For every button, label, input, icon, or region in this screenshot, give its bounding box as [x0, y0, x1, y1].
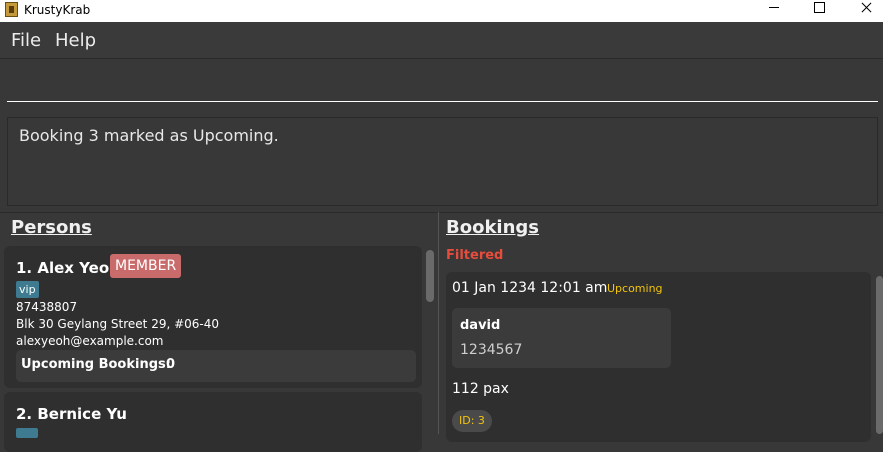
title-bar: KrustyKrab — [0, 0, 883, 22]
panel-divider — [0, 212, 883, 213]
person-address: Blk 30 Geylang Street 29, #06-40 — [16, 317, 220, 331]
upcoming-bookings-box: Upcoming Bookings: 0 — [16, 350, 416, 382]
bookings-scrollbar-thumb[interactable] — [876, 276, 883, 434]
command-input[interactable] — [7, 59, 878, 102]
booking-pax: 112 pax — [452, 381, 509, 397]
minimize-button[interactable] — [752, 0, 798, 22]
customer-phone: 1234567 — [460, 342, 523, 358]
booking-id-badge: ID: 3 — [452, 410, 492, 432]
person-card[interactable]: 2. Bernice Yu — [4, 392, 422, 452]
close-button[interactable] — [842, 0, 883, 22]
member-badge: MEMBER — [110, 254, 182, 278]
menu-help[interactable]: Help — [55, 30, 96, 51]
upcoming-bookings-label: Upcoming Bookings: — [21, 357, 171, 372]
person-name: 2. Bernice Yu — [16, 405, 127, 423]
persons-scrollbar-thumb[interactable] — [426, 250, 434, 302]
menu-file[interactable]: File — [11, 30, 41, 51]
app-icon — [5, 2, 18, 17]
upcoming-bookings-count: 0 — [166, 357, 176, 372]
window-title: KrustyKrab — [24, 3, 91, 17]
command-box — [0, 59, 883, 111]
result-message: Booking 3 marked as Upcoming. — [19, 126, 279, 145]
person-phone: 87438807 — [16, 300, 78, 314]
tag-vip: vip — [16, 281, 39, 298]
split-pane-divider[interactable] — [438, 212, 439, 434]
person-card[interactable]: 1. Alex Yeoh MEMBER vip 87438807 Blk 30 … — [4, 246, 422, 388]
person-email: alexyeoh@example.com — [16, 334, 164, 348]
maximize-button[interactable] — [797, 0, 843, 22]
booking-datetime: 01 Jan 1234 12:01 am — [452, 280, 608, 296]
tag-partial — [16, 428, 38, 438]
persons-title: Persons — [11, 217, 92, 238]
booking-status: Upcoming — [607, 282, 663, 295]
bookings-title: Bookings — [446, 217, 540, 238]
booking-card[interactable]: 01 Jan 1234 12:01 am Upcoming david 1234… — [446, 272, 871, 442]
person-name: 1. Alex Yeoh — [16, 259, 120, 277]
filtered-label: Filtered — [446, 248, 504, 263]
customer-name: david — [460, 318, 501, 333]
result-display: Booking 3 marked as Upcoming. — [7, 117, 878, 206]
customer-box: david 1234567 — [452, 308, 671, 368]
menu-bar: File Help — [0, 22, 883, 59]
